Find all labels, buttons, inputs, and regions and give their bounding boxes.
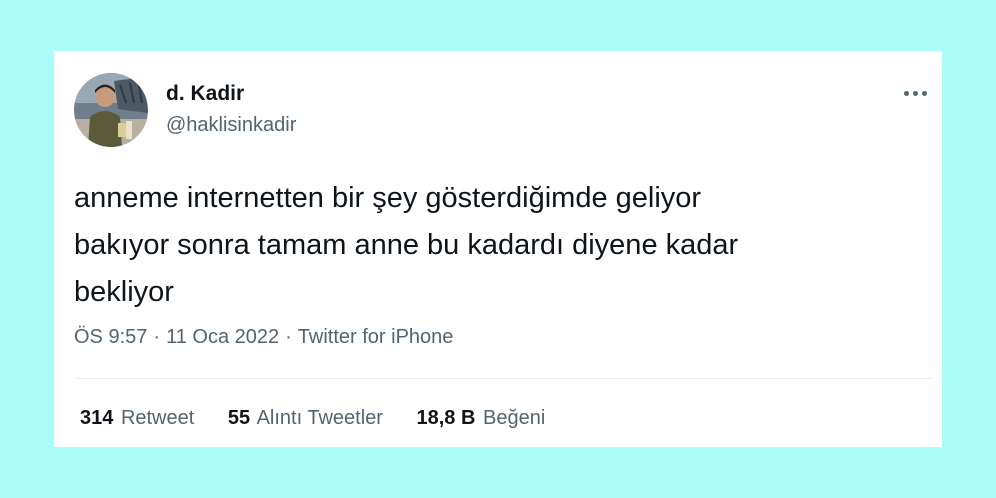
more-dot — [922, 91, 927, 96]
retweet-label: Retweet — [120, 407, 195, 429]
meta-separator: · — [285, 326, 292, 348]
profile-photo-icon — [74, 73, 148, 147]
retweet-count: 314 — [80, 407, 114, 429]
tweet-meta: ÖS 9:57 · 11 Oca 2022 · Twitter for iPhone — [74, 326, 453, 349]
like-stat[interactable]: 18,8 B Beğeni — [417, 407, 546, 430]
tweet-stats: 314 Retweet 55 Alıntı Tweetler 18,8 B Be… — [80, 407, 573, 430]
meta-separator: · — [153, 326, 161, 348]
user-handle[interactable]: @haklisinkadir — [166, 114, 296, 137]
more-dot — [904, 91, 909, 96]
tweet-text: anneme internetten bir şey gösterdiğimde… — [74, 182, 739, 308]
avatar[interactable] — [74, 73, 148, 147]
tweet-source[interactable]: Twitter for iPhone — [298, 326, 454, 348]
quote-tweet-label: Alıntı Tweetler — [256, 407, 383, 429]
tweet-card: d. Kadir @haklisinkadir anneme internett… — [54, 51, 942, 447]
more-dot — [913, 91, 918, 96]
quote-tweet-stat[interactable]: 55 Alıntı Tweetler — [228, 407, 383, 430]
like-count: 18,8 B — [416, 407, 476, 429]
like-label: Beğeni — [483, 407, 546, 429]
divider — [74, 378, 934, 379]
quote-tweet-count: 55 — [227, 407, 251, 429]
tweet-time[interactable]: ÖS 9:57 — [74, 326, 147, 348]
tweet-date[interactable]: 11 Oca 2022 — [166, 326, 279, 348]
display-name[interactable]: d. Kadir — [166, 82, 244, 106]
retweet-stat[interactable]: 314 Retweet — [80, 407, 194, 430]
more-dots-icon[interactable] — [901, 81, 931, 105]
